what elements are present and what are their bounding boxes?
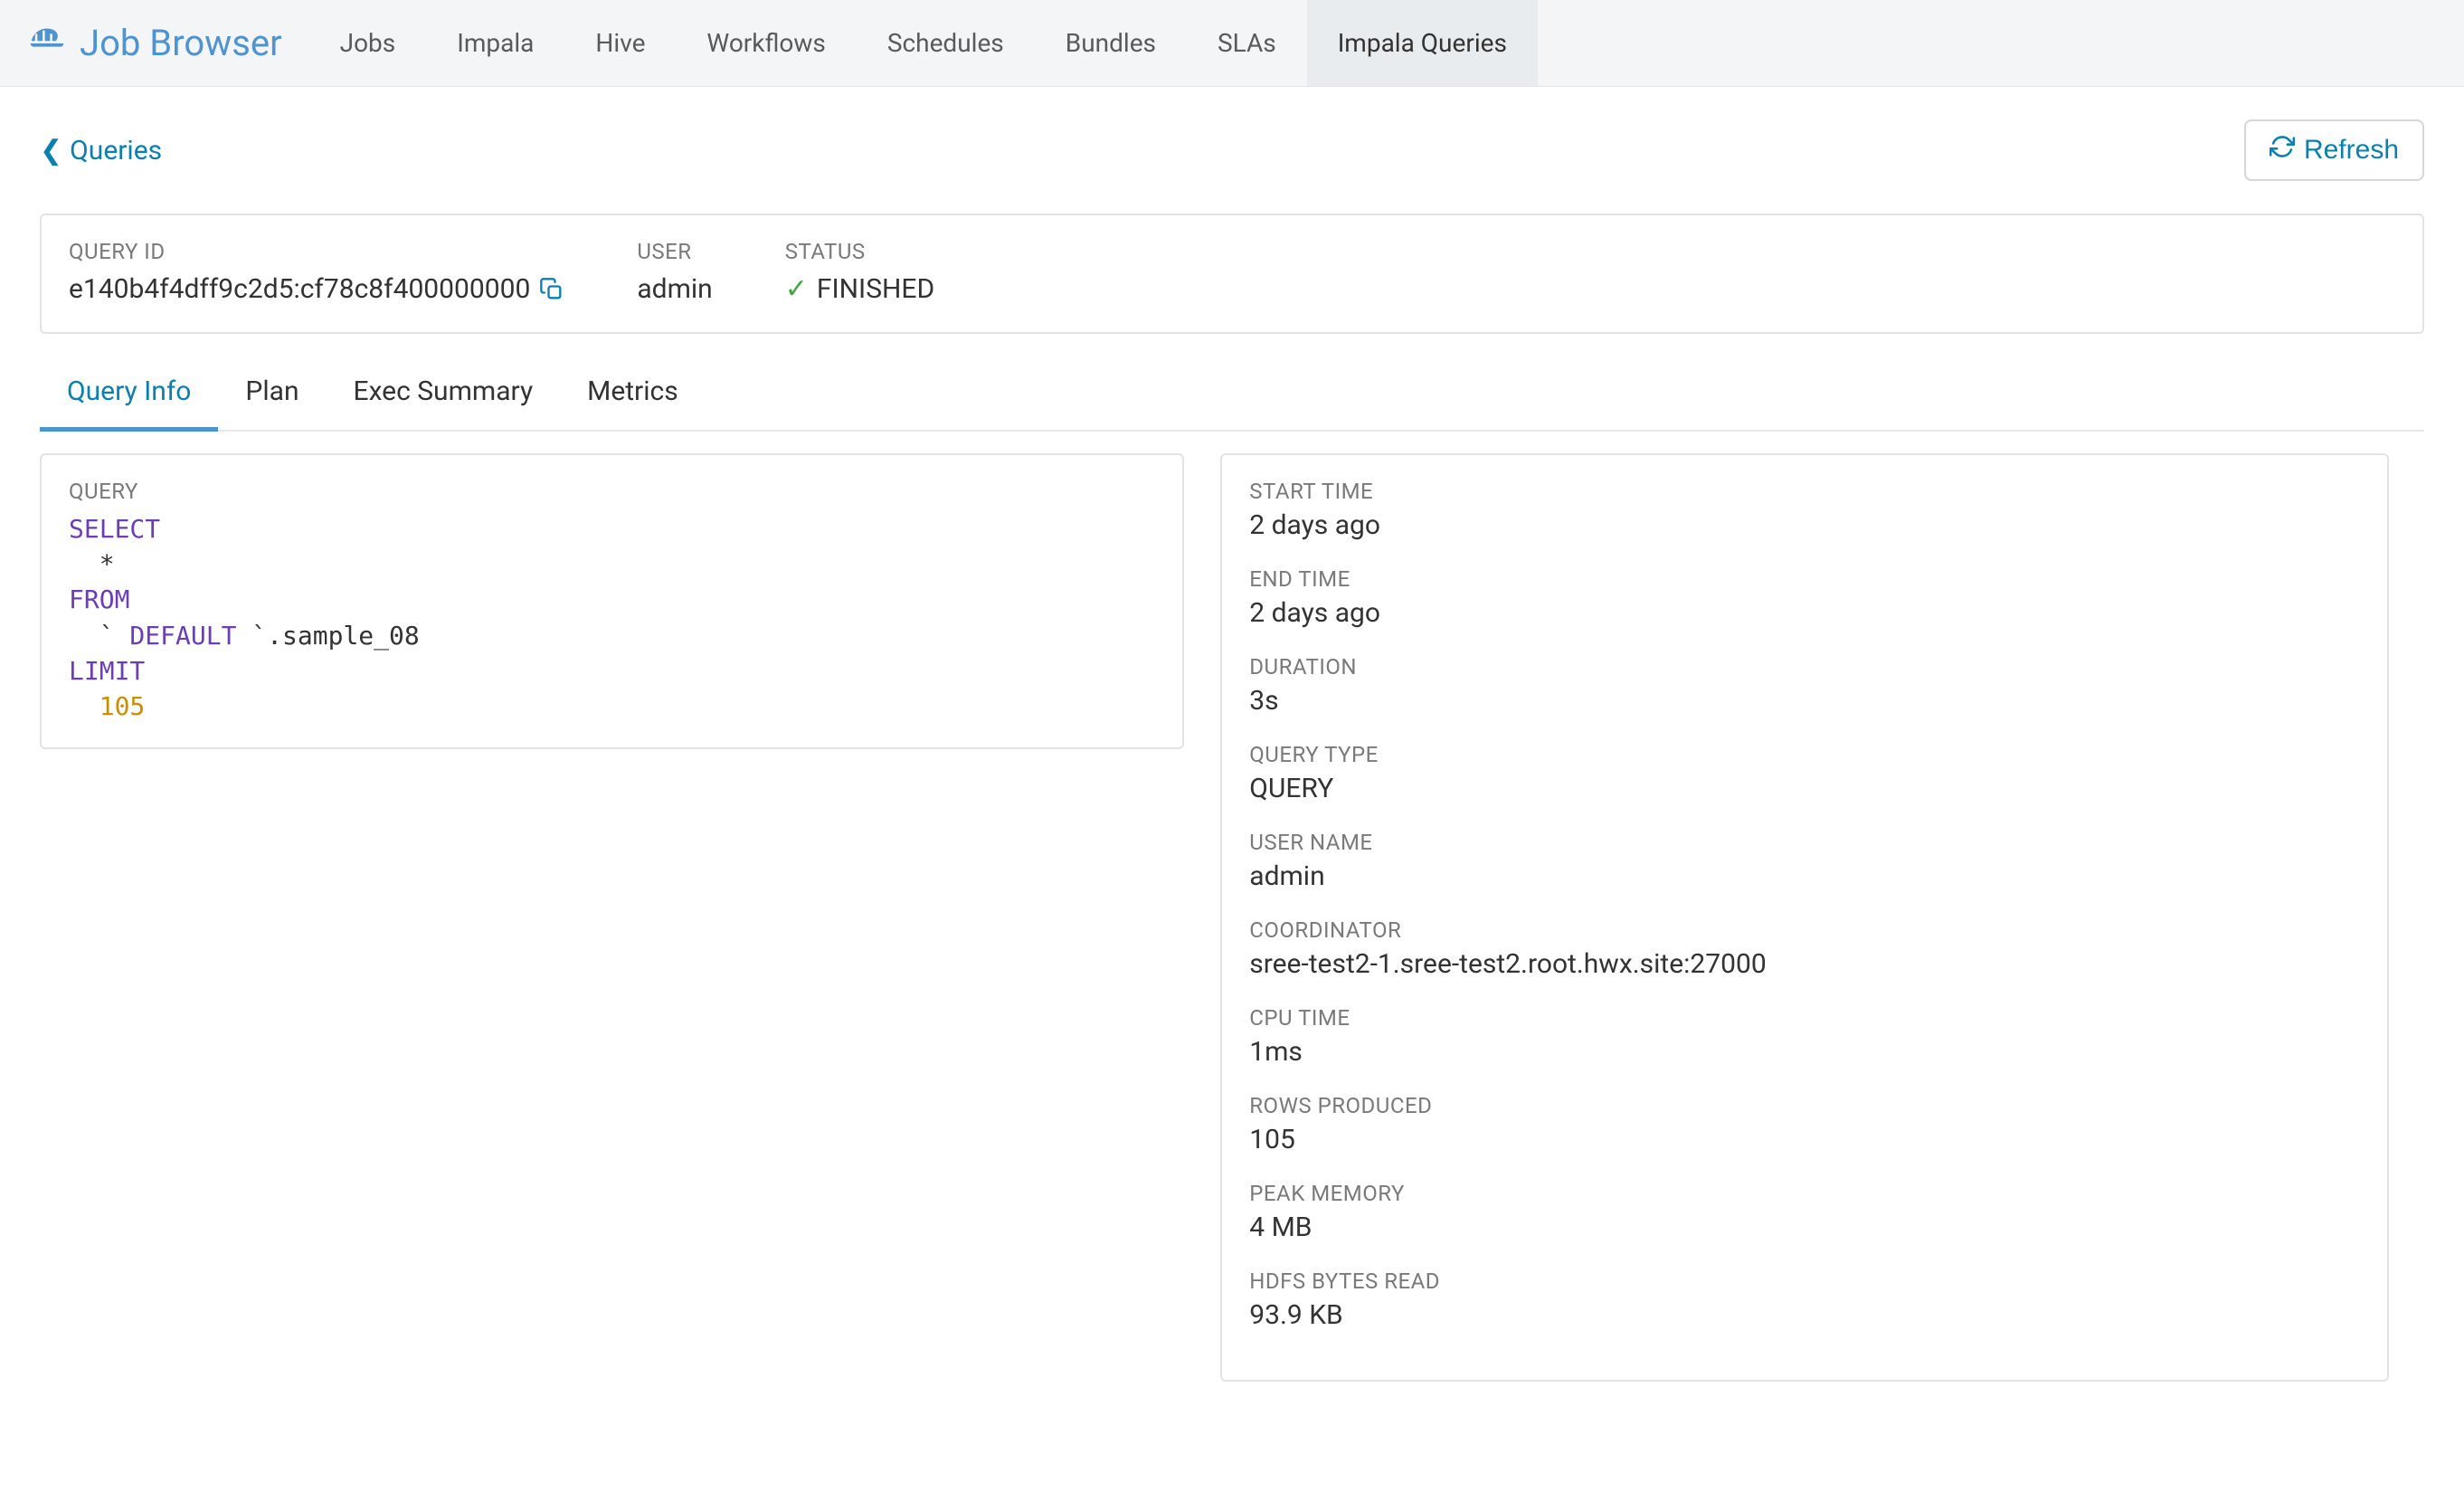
summary-status: STATUS ✓ FINISHED [785,239,934,305]
meta-value: 4 MB [1249,1212,2360,1243]
meta-row-coordinator: COORDINATOR sree-test2-1.sree-test2.root.… [1249,917,2360,980]
nav-tab-hive[interactable]: Hive [564,0,676,86]
sql-keyword: LIMIT [69,656,145,686]
chevron-left-icon: ❮ [40,135,62,166]
refresh-label: Refresh [2304,135,2399,166]
copy-icon[interactable] [539,277,564,302]
meta-value: admin [1249,860,2360,892]
back-to-queries-link[interactable]: ❮ Queries [40,135,162,166]
meta-label: PEAK MEMORY [1249,1181,2360,1206]
nav-tab-slas[interactable]: SLAs [1187,0,1307,86]
summary-value: ✓ FINISHED [785,273,934,305]
nav-tab-impala-queries[interactable]: Impala Queries [1307,0,1538,86]
back-link-label: Queries [70,135,162,166]
brand-label: Job Browser [80,22,282,64]
page-content: ❮ Queries Refresh QUERY ID e140b4f4dff9c… [0,87,2464,1414]
meta-label: USER NAME [1249,830,2360,855]
refresh-button[interactable]: Refresh [2244,119,2424,181]
meta-value: 1ms [1249,1036,2360,1068]
sql-number: 105 [69,691,145,721]
detail-tab-metrics[interactable]: Metrics [560,361,706,432]
check-icon: ✓ [785,273,808,305]
top-nav: Job Browser JobsImpalaHiveWorkflowsSched… [0,0,2464,87]
nav-tab-jobs[interactable]: Jobs [309,0,427,86]
summary-value: admin [637,273,712,305]
nav-tab-workflows[interactable]: Workflows [676,0,856,86]
meta-label: DURATION [1249,654,2360,679]
meta-row-query-type: QUERY TYPE QUERY [1249,742,2360,804]
sql-keyword: DEFAULT [115,621,252,651]
meta-label: COORDINATOR [1249,917,2360,943]
page-header-row: ❮ Queries Refresh [40,119,2424,181]
meta-value: 93.9 KB [1249,1299,2360,1331]
nav-tabs: JobsImpalaHiveWorkflowsSchedulesBundlesS… [309,0,1538,86]
summary-label: USER [637,239,712,264]
meta-value: QUERY [1249,773,2360,804]
hardhat-icon [27,24,67,63]
meta-label: ROWS PRODUCED [1249,1093,2360,1118]
brand: Job Browser [27,22,282,64]
meta-value: sree-test2-1.sree-test2.root.hwx.site:27… [1249,948,2360,980]
status-text: FINISHED [817,273,934,305]
meta-label: END TIME [1249,566,2360,592]
summary-user: USER admin [637,239,712,305]
detail-tabs: Query InfoPlanExec SummaryMetrics [40,361,2424,432]
meta-value: 105 [1249,1124,2360,1155]
meta-row-start-time: START TIME 2 days ago [1249,479,2360,541]
meta-label: START TIME [1249,479,2360,504]
summary-label: STATUS [785,239,934,264]
nav-tab-schedules[interactable]: Schedules [857,0,1035,86]
summary-query-id: QUERY ID e140b4f4dff9c2d5:cf78c8f4000000… [69,239,564,305]
nav-tab-impala[interactable]: Impala [426,0,564,86]
meta-row-end-time: END TIME 2 days ago [1249,566,2360,629]
query-id-text: e140b4f4dff9c2d5:cf78c8f400000000 [69,273,530,305]
query-panel: QUERY SELECT * FROM ` DEFAULT `.sample_0… [40,453,1184,749]
sql-token: ` [69,621,115,651]
sql-keyword: SELECT [69,514,160,544]
meta-label: HDFS BYTES READ [1249,1269,2360,1294]
query-summary-box: QUERY ID e140b4f4dff9c2d5:cf78c8f4000000… [40,214,2424,334]
meta-row-hdfs-bytes-read: HDFS BYTES READ 93.9 KB [1249,1269,2360,1331]
detail-tab-query-info[interactable]: Query Info [40,361,218,432]
meta-row-cpu-time: CPU TIME 1ms [1249,1005,2360,1068]
meta-row-rows-produced: ROWS PRODUCED 105 [1249,1093,2360,1155]
sql-text: SELECT * FROM ` DEFAULT `.sample_08 LIMI… [69,511,1155,724]
meta-label: CPU TIME [1249,1005,2360,1031]
refresh-icon [2270,134,2295,166]
query-panel-label: QUERY [69,479,1155,504]
meta-value: 2 days ago [1249,597,2360,629]
meta-panel: START TIME 2 days ago END TIME 2 days ago DU… [1220,453,2389,1382]
nav-tab-bundles[interactable]: Bundles [1035,0,1187,86]
sql-token: .sample_08 [267,621,420,651]
sql-token: * [69,549,115,579]
detail-body: QUERY SELECT * FROM ` DEFAULT `.sample_0… [40,453,2424,1382]
summary-label: QUERY ID [69,239,564,264]
detail-tab-exec-summary[interactable]: Exec Summary [327,361,561,432]
summary-value: e140b4f4dff9c2d5:cf78c8f400000000 [69,273,564,305]
meta-row-peak-memory: PEAK MEMORY 4 MB [1249,1181,2360,1243]
detail-tab-plan[interactable]: Plan [218,361,326,432]
meta-row-user-name: USER NAME admin [1249,830,2360,892]
meta-value: 2 days ago [1249,509,2360,541]
meta-row-duration: DURATION 3s [1249,654,2360,717]
meta-value: 3s [1249,685,2360,717]
sql-token: ` [251,621,267,651]
meta-label: QUERY TYPE [1249,742,2360,767]
sql-keyword: FROM [69,584,129,614]
